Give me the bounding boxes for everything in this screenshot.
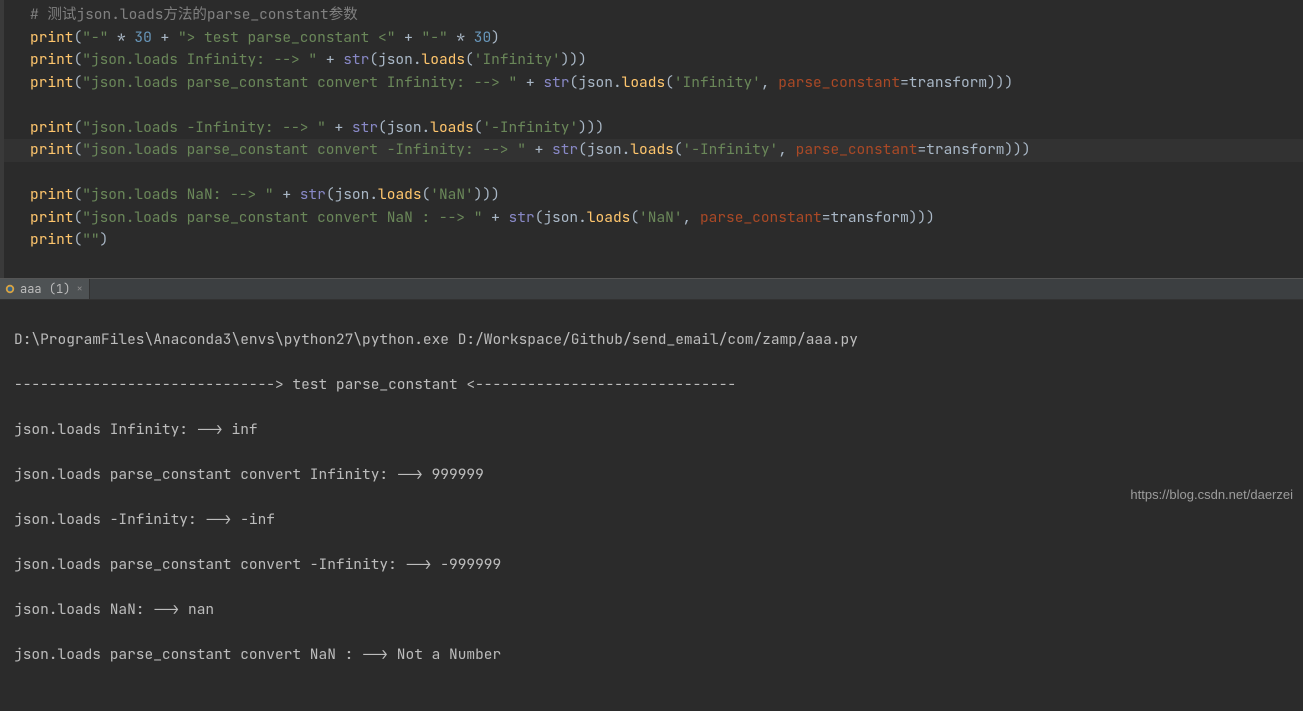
console-output[interactable]: D:\ProgramFiles\Anaconda3\envs\python27\… xyxy=(0,300,1303,512)
code-line: print("json.loads parse_constant convert… xyxy=(30,72,1303,95)
code-line: print("json.loads -Infinity: --> " + str… xyxy=(30,117,1303,140)
code-line: print("json.loads NaN: --> " + str(json.… xyxy=(30,184,1303,207)
watermark: https://blog.csdn.net/daerzei xyxy=(1130,484,1293,507)
code-line: print("json.loads Infinity: --> " + str(… xyxy=(30,49,1303,72)
code-line xyxy=(30,94,1303,117)
python-file-icon xyxy=(4,283,16,295)
console-line: json.loads parse_constant convert Infini… xyxy=(14,464,1289,487)
code-editor[interactable]: # 测试json.loads方法的parse_constant参数 print(… xyxy=(0,0,1303,278)
console-line: ------------------------------> test par… xyxy=(14,374,1289,397)
code-line: print("json.loads parse_constant convert… xyxy=(30,207,1303,230)
code-line-highlighted: print("json.loads parse_constant convert… xyxy=(4,139,1303,162)
close-icon[interactable]: × xyxy=(74,282,83,296)
run-tab-bar: aaa (1) × xyxy=(0,278,1303,300)
console-line: json.loads NaN: --> nan xyxy=(14,599,1289,622)
comment: # 测试json.loads方法的parse_constant参数 xyxy=(30,5,358,24)
code-line: print("") xyxy=(30,229,1303,252)
console-line: json.loads parse_constant convert NaN : … xyxy=(14,644,1289,667)
code-line xyxy=(30,162,1303,185)
console-line: json.loads parse_constant convert -Infin… xyxy=(14,554,1289,577)
code-line: print("-" * 30 + "> test parse_constant … xyxy=(30,27,1303,50)
run-tab[interactable]: aaa (1) × xyxy=(0,279,90,299)
console-line: D:\ProgramFiles\Anaconda3\envs\python27\… xyxy=(14,329,1289,352)
console-line: json.loads Infinity: --> inf xyxy=(14,419,1289,442)
code-line: # 测试json.loads方法的parse_constant参数 xyxy=(30,4,1303,27)
run-tab-label: aaa (1) xyxy=(20,281,70,297)
